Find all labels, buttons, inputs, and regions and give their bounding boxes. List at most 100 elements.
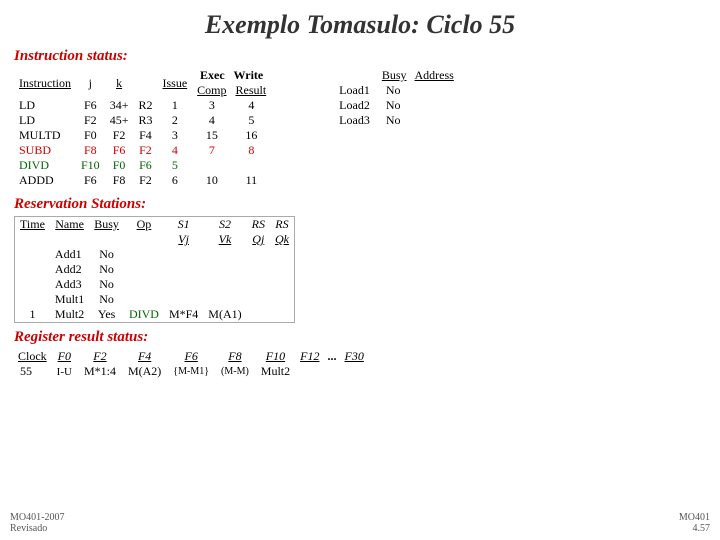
instr-exec: 10 xyxy=(192,173,232,188)
load-store-table: Busy Address Load1 No Load2 No xyxy=(331,68,458,128)
rs-qk xyxy=(270,292,295,307)
instr-name: DIVD xyxy=(14,158,76,173)
table-row: LD F2 45+ R3 2 4 5 xyxy=(14,113,271,128)
instr-write xyxy=(232,158,272,173)
reg-col-f2: F2 xyxy=(78,349,122,364)
load-store-area: Busy Address Load1 No Load2 No xyxy=(331,68,458,188)
page: Exemplo Tomasulo: Ciclo 55 Instruction s… xyxy=(0,0,720,540)
instr-issue: 1 xyxy=(157,98,192,113)
col-header-k: k xyxy=(105,68,134,98)
ls-col-name xyxy=(331,68,378,83)
instr-issue: 2 xyxy=(157,113,192,128)
footer-right-line1: MO401 xyxy=(679,512,710,523)
rs-vk xyxy=(203,292,246,307)
instr-exec: 3 xyxy=(192,98,232,113)
table-row: Mult1 No xyxy=(15,292,295,307)
reg-clock-extra: I-U xyxy=(51,364,78,379)
footer-left-line1: MO401-2007 xyxy=(10,512,64,523)
rs-name: Add2 xyxy=(50,262,89,277)
page-title: Exemplo Tomasulo: Ciclo 55 xyxy=(14,10,706,40)
instr-j: F0 xyxy=(76,128,105,143)
instr-exec: 4 xyxy=(192,113,232,128)
footer-right-line2: 4.57 xyxy=(679,523,710,534)
rs-subheader-vj: Vj xyxy=(164,232,203,247)
instruction-status-content: Instruction j k Issue Exec Write xyxy=(14,68,706,188)
footer-left-line2: Revisado xyxy=(10,523,64,534)
rs-busy: Yes xyxy=(89,307,124,323)
ls-busy: No xyxy=(378,113,411,128)
register-table: Clock F0 F2 F4 F6 F8 F10 F12 ... F30 55 … xyxy=(14,349,368,379)
rs-subheader-time xyxy=(15,232,50,247)
rs-name: Add1 xyxy=(50,247,89,262)
rs-time xyxy=(15,292,50,307)
rs-op xyxy=(124,292,164,307)
rs-qk xyxy=(270,247,295,262)
instruction-status-section: Instruction status: Instruction j k Issu… xyxy=(14,48,706,188)
col-header-exec-write: Exec Write Comp Result xyxy=(192,68,271,98)
table-row: 55 I-U M*1:4 M(A2) {M-M1} (M-M) Mult2 xyxy=(14,364,368,379)
instr-reg: F2 xyxy=(133,173,157,188)
reg-col-f6: F6 xyxy=(167,349,215,364)
reg-col-f0: F0 xyxy=(51,349,78,364)
instr-reg: F4 xyxy=(133,128,157,143)
rs-qk xyxy=(270,277,295,292)
instr-reg: R3 xyxy=(133,113,157,128)
ls-address xyxy=(411,98,458,113)
table-row: Add3 No xyxy=(15,277,295,292)
instr-reg: F2 xyxy=(133,143,157,158)
instr-name: LD xyxy=(14,113,76,128)
ls-address xyxy=(411,83,458,98)
ls-col-address: Address xyxy=(411,68,458,83)
rs-op xyxy=(124,262,164,277)
rs-subheader-op xyxy=(124,232,164,247)
register-result-section: Register result status: Clock F0 F2 F4 F… xyxy=(14,329,706,379)
rs-col-time: Time xyxy=(15,217,50,233)
rs-op xyxy=(124,277,164,292)
instr-j: F6 xyxy=(76,98,105,113)
rs-vj xyxy=(164,247,203,262)
instr-name: ADDD xyxy=(14,173,76,188)
table-row: LD F6 34+ R2 1 3 4 xyxy=(14,98,271,113)
table-row: ADDD F6 F8 F2 6 10 11 xyxy=(14,173,271,188)
rs-name: Mult2 xyxy=(50,307,89,323)
rs-subheader-vk: Vk xyxy=(203,232,246,247)
rs-time xyxy=(15,262,50,277)
instr-reg: F6 xyxy=(133,158,157,173)
col-header-j: j xyxy=(76,68,105,98)
rs-time: 1 xyxy=(15,307,50,323)
ls-address xyxy=(411,113,458,128)
instr-k: F6 xyxy=(105,143,134,158)
reg-f10 xyxy=(296,364,323,379)
instr-exec: 15 xyxy=(192,128,232,143)
instr-k: F0 xyxy=(105,158,134,173)
reg-f4: {M-M1} xyxy=(167,364,215,379)
rs-qk xyxy=(270,262,295,277)
rs-vj xyxy=(164,292,203,307)
instr-write: 4 xyxy=(232,98,272,113)
instr-write: 5 xyxy=(232,113,272,128)
rs-qj xyxy=(247,262,270,277)
rs-col-s1-header: S1 xyxy=(164,217,203,233)
instr-j: F6 xyxy=(76,173,105,188)
instr-write: 8 xyxy=(232,143,272,158)
reg-col-clock: Clock xyxy=(14,349,51,364)
ls-col-busy: Busy xyxy=(378,68,411,83)
reg-f8: Mult2 xyxy=(255,364,296,379)
table-row: Add2 No xyxy=(15,262,295,277)
register-result-title: Register result status: xyxy=(14,329,706,346)
rs-name: Add3 xyxy=(50,277,89,292)
rs-col-rs1-header: RS xyxy=(247,217,270,233)
reg-f30 xyxy=(340,364,367,379)
rs-busy: No xyxy=(89,277,124,292)
reservation-stations-title: Reservation Stations: xyxy=(14,196,706,213)
instr-issue: 4 xyxy=(157,143,192,158)
rs-name: Mult1 xyxy=(50,292,89,307)
instr-name: SUBD xyxy=(14,143,76,158)
instr-issue: 5 xyxy=(157,158,192,173)
instr-write: 16 xyxy=(232,128,272,143)
rs-vk xyxy=(203,247,246,262)
instr-reg: R2 xyxy=(133,98,157,113)
reg-ellipsis xyxy=(323,364,340,379)
rs-time xyxy=(15,247,50,262)
table-row: MULTD F0 F2 F4 3 15 16 xyxy=(14,128,271,143)
